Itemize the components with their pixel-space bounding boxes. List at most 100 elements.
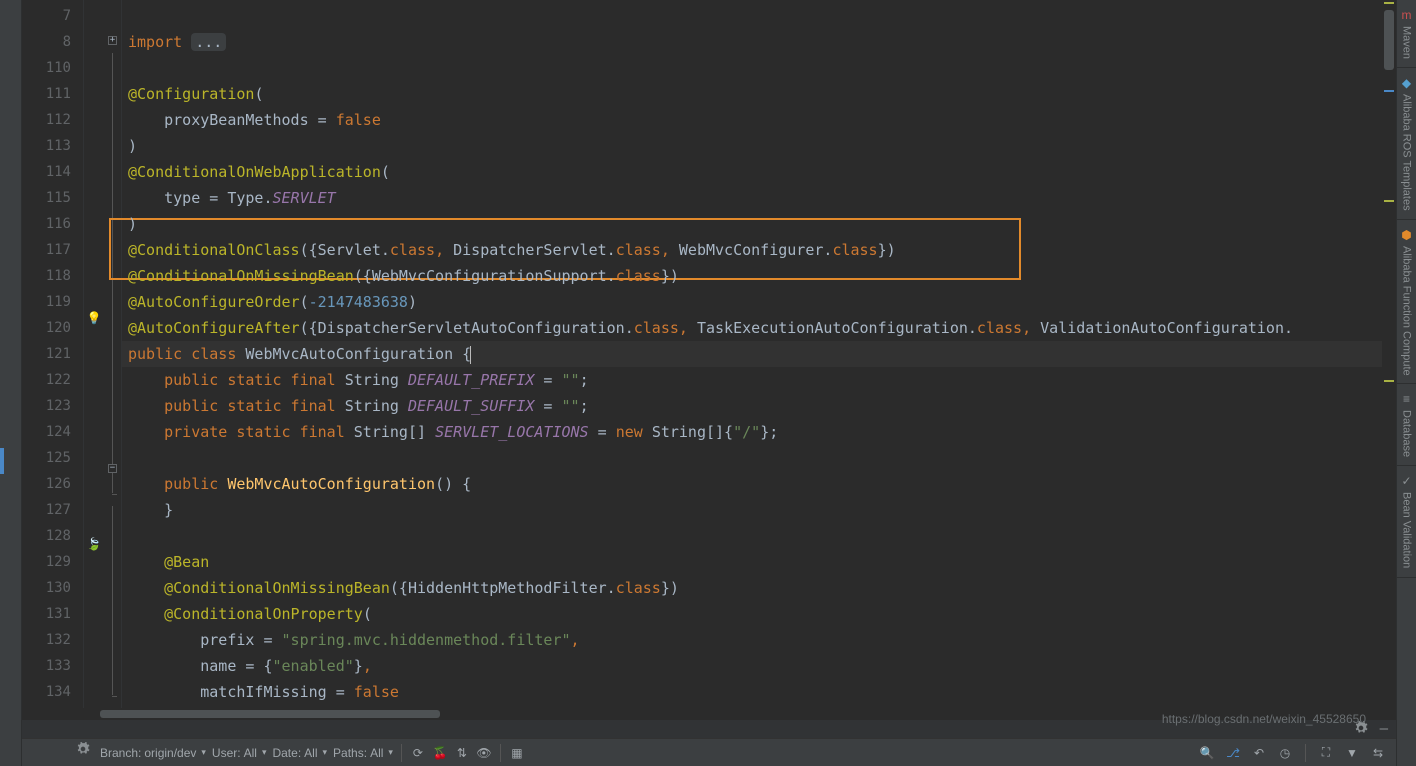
vertical-scrollbar[interactable] [1382,0,1396,708]
fold-handle[interactable] [104,632,121,657]
fold-handle[interactable] [104,381,121,406]
code-line[interactable]: @Configuration( [122,81,1396,107]
code-line[interactable] [122,3,1396,29]
line-number-gutter: 7811011111211311411511611711811912012112… [22,0,84,708]
code-line[interactable] [122,445,1396,471]
fold-handle[interactable] [104,104,121,129]
line-number: 126 [22,471,83,497]
code-line[interactable]: type = Type.SERVLET [122,185,1396,211]
rail-item-database[interactable]: ≡Database [1397,384,1416,466]
code-line[interactable] [122,55,1396,81]
refresh-icon[interactable]: ⟳ [410,745,426,761]
rail-icon: ✓ [1401,474,1411,488]
code-line[interactable] [122,523,1396,549]
fold-handle[interactable]: + [104,28,121,53]
line-number: 123 [22,393,83,419]
filter-icon[interactable]: ▼ [1344,745,1360,761]
code-line[interactable]: public class WebMvcAutoConfiguration { [122,341,1396,367]
branch-selector[interactable]: Branch: origin/dev▾ [100,746,206,760]
rail-icon: ⬢ [1401,228,1411,242]
fold-handle[interactable] [104,3,121,28]
line-number: 112 [22,107,83,133]
code-line[interactable]: import ... [122,29,1396,55]
paths-selector[interactable]: Paths: All▾ [333,746,393,760]
fold-handle[interactable] [104,683,121,708]
line-number: 119 [22,289,83,315]
line-number: 114 [22,159,83,185]
code-line[interactable]: @Bean [122,549,1396,575]
code-line[interactable]: @AutoConfigureOrder(-2147483638) [122,289,1396,315]
fold-handle[interactable] [104,179,121,204]
code-line[interactable]: @ConditionalOnWebApplication( [122,159,1396,185]
scrollbar-thumb-v[interactable] [1384,10,1394,70]
fold-handle[interactable] [104,53,121,78]
fold-handle[interactable] [104,557,121,582]
code-line[interactable]: public static final String DEFAULT_PREFI… [122,367,1396,393]
fold-handle[interactable] [104,280,121,305]
fold-handle[interactable] [104,481,121,506]
clock-icon[interactable]: ◷ [1277,745,1293,761]
line-number: 111 [22,81,83,107]
fold-handle[interactable] [104,582,121,607]
fold-handle[interactable] [104,330,121,355]
settings-icon[interactable] [76,742,90,759]
rail-item-bean-validation[interactable]: ✓Bean Validation [1397,466,1416,577]
code-line[interactable]: ) [122,211,1396,237]
code-line[interactable]: private static final String[] SERVLET_LO… [122,419,1396,445]
rail-item-alibaba-function-compute[interactable]: ⬢Alibaba Function Compute [1397,220,1416,385]
rail-item-alibaba-ros-templates[interactable]: ◆Alibaba ROS Templates [1397,68,1416,220]
fold-handle[interactable] [104,506,121,531]
code-line[interactable]: @ConditionalOnProperty( [122,601,1396,627]
code-line[interactable]: proxyBeanMethods = false [122,107,1396,133]
fold-handle[interactable] [104,230,121,255]
code-line[interactable]: @ConditionalOnMissingBean({HiddenHttpMet… [122,575,1396,601]
fold-handle[interactable] [104,204,121,229]
line-number: 117 [22,237,83,263]
branch-icon[interactable]: ⎇ [1225,745,1241,761]
date-selector[interactable]: Date: All▾ [272,746,327,760]
user-selector[interactable]: User: All▾ [212,746,267,760]
code-line[interactable]: prefix = "spring.mvc.hiddenmethod.filter… [122,627,1396,653]
status-bar: Branch: origin/dev▾ User: All▾ Date: All… [0,738,1396,766]
fold-handle[interactable] [104,154,121,179]
rail-item-maven[interactable]: mMaven [1397,0,1416,68]
code-line[interactable]: matchIfMissing = false [122,679,1396,705]
diff-icon[interactable]: ⇆ [1370,745,1386,761]
fold-handle[interactable] [104,129,121,154]
fold-handle[interactable] [104,355,121,380]
fold-handle[interactable] [104,607,121,632]
fold-handle[interactable] [104,657,121,682]
expand-icon[interactable]: ⛶ [1318,745,1334,761]
code-line[interactable]: public static final String DEFAULT_SUFFI… [122,393,1396,419]
fold-handle[interactable] [104,532,121,557]
code-line[interactable]: } [122,497,1396,523]
push-icon[interactable]: ⇅ [454,745,470,761]
line-number: 118 [22,263,83,289]
cherry-pick-icon[interactable]: 🍒 [432,745,448,761]
code-line[interactable]: public WebMvcAutoConfiguration() { [122,471,1396,497]
minimize-icon[interactable]: — [1380,721,1388,737]
line-number: 124 [22,419,83,445]
watermark: https://blog.csdn.net/weixin_45528650 [1162,712,1366,726]
fold-gutter[interactable]: +− [104,0,122,708]
fold-handle[interactable] [104,305,121,330]
code-area[interactable]: import ... @Configuration( proxyBeanMetho… [122,0,1396,708]
line-number: 134 [22,679,83,705]
fold-handle[interactable] [104,255,121,280]
grid-icon[interactable]: ▦ [509,745,525,761]
eye-icon[interactable]: 👁 [476,745,492,761]
undo-icon[interactable]: ↶ [1251,745,1267,761]
line-number: 125 [22,445,83,471]
search-icon[interactable]: 🔍 [1199,745,1215,761]
code-line[interactable]: ) [122,133,1396,159]
scrollbar-thumb-h[interactable] [100,710,440,718]
fold-handle[interactable]: − [104,456,121,481]
fold-handle[interactable] [104,431,121,456]
fold-handle[interactable] [104,79,121,104]
code-line[interactable]: @ConditionalOnClass({Servlet.class, Disp… [122,237,1396,263]
code-line[interactable]: name = {"enabled"}, [122,653,1396,679]
fold-handle[interactable] [104,406,121,431]
code-line[interactable]: @ConditionalOnMissingBean({WebMvcConfigu… [122,263,1396,289]
code-line[interactable]: @AutoConfigureAfter({DispatcherServletAu… [122,315,1396,341]
line-number: 129 [22,549,83,575]
